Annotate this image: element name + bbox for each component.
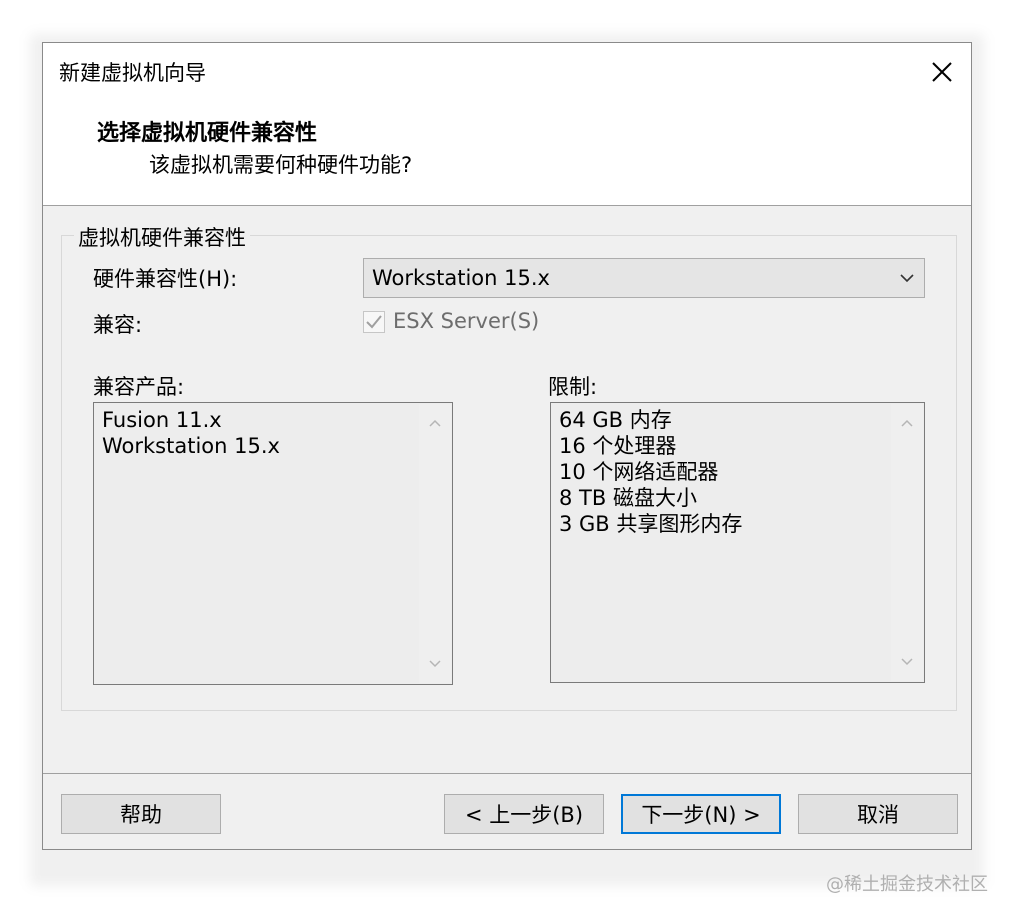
chevron-up-icon <box>901 419 913 427</box>
next-button[interactable]: 下一步(N) > <box>621 794 781 834</box>
close-button[interactable] <box>913 43 971 101</box>
page-subtitle: 该虚拟机需要何种硬件功能? <box>149 153 413 177</box>
footer-separator <box>43 773 971 774</box>
limits-label: 限制: <box>548 375 598 399</box>
page-title: 选择虚拟机硬件兼容性 <box>97 121 318 146</box>
compatible-products-list[interactable]: Fusion 11.x Workstation 15.x <box>93 402 453 685</box>
chevron-up-icon <box>429 419 441 427</box>
list-item[interactable]: Workstation 15.x <box>102 433 412 459</box>
scroll-up-button[interactable] <box>891 408 923 438</box>
window-title: 新建虚拟机向导 <box>59 61 206 85</box>
checkmark-icon <box>366 315 382 329</box>
new-vm-wizard-dialog: 新建虚拟机向导 选择虚拟机硬件兼容性 该虚拟机需要何种硬件功能? 虚拟机硬件兼容… <box>42 42 972 850</box>
list-item[interactable]: Fusion 11.x <box>102 407 412 433</box>
wizard-header: 选择虚拟机硬件兼容性 该虚拟机需要何种硬件功能? <box>43 101 971 206</box>
title-bar: 新建虚拟机向导 <box>43 43 971 101</box>
hardware-compat-value: Workstation 15.x <box>372 266 550 290</box>
watermark: @稀土掘金技术社区 <box>826 874 988 895</box>
chevron-down-icon <box>429 660 441 668</box>
list-item[interactable]: 64 GB 内存 <box>559 407 884 433</box>
hardware-compat-select[interactable]: Workstation 15.x <box>363 258 925 298</box>
limits-list[interactable]: 64 GB 内存 16 个处理器 10 个网络适配器 8 TB 磁盘大小 3 G… <box>550 402 925 683</box>
list-item[interactable]: 16 个处理器 <box>559 433 884 459</box>
help-button[interactable]: 帮助 <box>61 794 221 834</box>
esx-server-checkbox[interactable] <box>363 311 385 333</box>
list-item[interactable]: 8 TB 磁盘大小 <box>559 485 884 511</box>
cancel-button[interactable]: 取消 <box>798 794 958 834</box>
scroll-down-button[interactable] <box>419 649 451 679</box>
scrollbar[interactable] <box>419 404 451 683</box>
scroll-down-button[interactable] <box>891 647 923 677</box>
group-legend: 虚拟机硬件兼容性 <box>74 222 250 252</box>
hardware-compat-label: 硬件兼容性(H): <box>93 267 238 291</box>
scrollbar[interactable] <box>891 404 923 681</box>
chevron-down-icon <box>900 274 914 283</box>
back-button[interactable]: < 上一步(B) <box>444 794 604 834</box>
list-item[interactable]: 3 GB 共享图形内存 <box>559 511 884 537</box>
esx-server-label: ESX Server(S) <box>393 309 540 333</box>
list-item[interactable]: 10 个网络适配器 <box>559 459 884 485</box>
chevron-down-icon <box>901 658 913 666</box>
scroll-up-button[interactable] <box>419 408 451 438</box>
compatible-products-label: 兼容产品: <box>93 375 185 399</box>
compatible-label: 兼容: <box>93 313 143 337</box>
close-icon <box>932 62 952 82</box>
